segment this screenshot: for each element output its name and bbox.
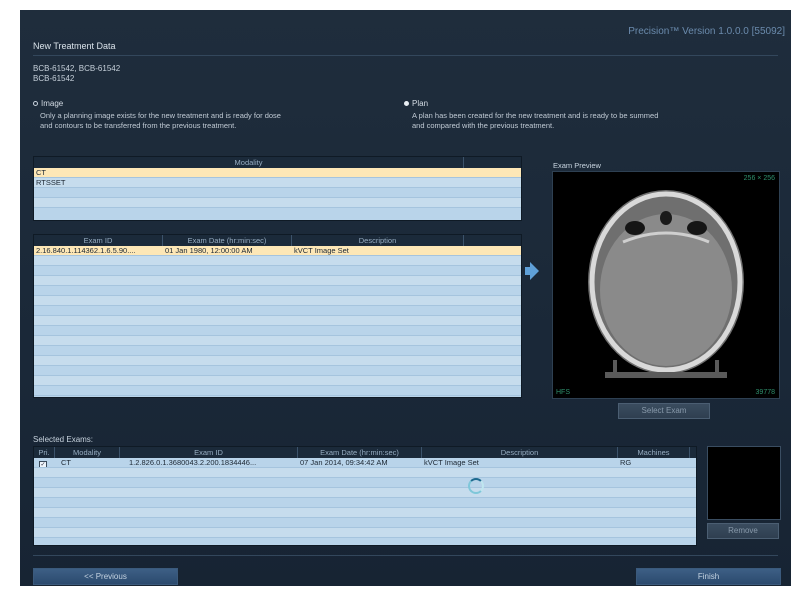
- exam-row-empty: [34, 266, 521, 276]
- exam-row-empty: [34, 276, 521, 286]
- primary-column-header[interactable]: Pri.: [34, 447, 55, 458]
- radio-plan-label: Plan: [412, 99, 429, 108]
- exam-date-column-header[interactable]: Exam Date (hr:min:sec): [298, 447, 422, 458]
- exam-desc-cell: kVCT Image Set: [294, 246, 349, 255]
- selected-exam-row-empty: [34, 528, 696, 538]
- exam-date-column-header[interactable]: Exam Date (hr:min:sec): [163, 235, 292, 246]
- radio-plan-indicator[interactable]: [404, 101, 409, 106]
- exam-row-empty: [34, 376, 521, 386]
- selected-exam-row-empty: [34, 518, 696, 528]
- exam-id-cell: 1.2.826.0.1.3680043.2.200.1834446...: [129, 458, 257, 467]
- plan-desc-line1: A plan has been created for the new trea…: [412, 111, 659, 120]
- radio-image-label: Image: [41, 99, 64, 108]
- exam-row-empty: [34, 256, 521, 266]
- page-title: New Treatment Data: [33, 41, 116, 51]
- exam-row[interactable]: 2.16.840.1.114362.1.6.5.90.... 01 Jan 19…: [34, 246, 521, 256]
- select-exam-button[interactable]: Select Exam: [618, 403, 710, 419]
- exam-row-empty: [34, 346, 521, 356]
- modality-cell: RTSSET: [36, 178, 66, 187]
- selected-exam-row-empty: [34, 478, 696, 488]
- finish-button[interactable]: Finish: [636, 568, 781, 585]
- app-window: Precision™ Version 1.0.0.0 [55092] New T…: [20, 10, 791, 586]
- selected-exam-row-empty: [34, 508, 696, 518]
- selected-exams-label: Selected Exams:: [33, 435, 94, 444]
- version-label: Precision™ Version 1.0.0.0 [55092]: [628, 26, 785, 37]
- header-filler: [464, 157, 521, 168]
- selected-exam-row-empty: [34, 488, 696, 498]
- exam-date-cell: 07 Jan 2014, 09:34:42 AM: [300, 458, 388, 467]
- image-desc-line2: and contours to be transferred from the …: [40, 121, 237, 130]
- exam-row-empty: [34, 296, 521, 306]
- image-option-description: Only a planning image exists for the new…: [40, 111, 350, 131]
- modality-cell: CT: [61, 458, 71, 467]
- primary-cell: ✓: [34, 458, 55, 467]
- selected-exams-header: Pri. Modality Exam ID Exam Date (hr:min:…: [34, 447, 696, 458]
- image-desc-line1: Only a planning image exists for the new…: [40, 111, 281, 120]
- machines-cell: RG: [620, 458, 632, 467]
- plan-option-description: A plan has been created for the new trea…: [412, 111, 722, 131]
- selected-exam-row-empty: [34, 468, 696, 478]
- modality-cell: CT: [36, 168, 46, 177]
- previous-button[interactable]: << Previous: [33, 568, 178, 585]
- modality-table: Modality CT RTSSET: [33, 156, 522, 221]
- modality-row-empty: [34, 198, 521, 208]
- exam-id-cell: 2.16.840.1.114362.1.6.5.90....: [36, 246, 136, 255]
- image-dimensions: 256 × 256: [743, 175, 775, 182]
- header-filler: [464, 235, 521, 246]
- exam-table: Exam ID Exam Date (hr:min:sec) Descripti…: [33, 234, 522, 398]
- primary-checkbox[interactable]: ✓: [39, 461, 47, 467]
- patient-name: BCB-61542, BCB-61542: [33, 64, 121, 73]
- selected-exam-row-empty: [34, 498, 696, 508]
- ct-slice-image: [553, 172, 779, 398]
- exam-id-column-header[interactable]: Exam ID: [34, 235, 163, 246]
- exam-row-empty: [34, 306, 521, 316]
- loading-spinner-icon: [468, 478, 484, 494]
- description-column-header[interactable]: Description: [422, 447, 618, 458]
- exam-row-empty: [34, 386, 521, 396]
- description-column-header[interactable]: Description: [292, 235, 464, 246]
- modality-row-rtsset[interactable]: RTSSET: [34, 178, 521, 188]
- exam-row-empty: [34, 336, 521, 346]
- modality-table-header: Modality: [34, 157, 521, 168]
- description-cell: kVCT Image Set: [424, 458, 479, 467]
- header-filler: [690, 447, 696, 458]
- modality-column-header[interactable]: Modality: [34, 157, 464, 168]
- slice-number: 39778: [755, 389, 775, 396]
- exam-row-empty: [34, 356, 521, 366]
- radio-image[interactable]: Image: [33, 99, 63, 108]
- machines-column-header[interactable]: Machines: [618, 447, 690, 458]
- footer-divider: [33, 555, 778, 556]
- modality-row-ct[interactable]: CT: [34, 168, 521, 178]
- exam-table-header: Exam ID Exam Date (hr:min:sec) Descripti…: [34, 235, 521, 246]
- patient-id: BCB-61542: [33, 74, 75, 83]
- exam-row-empty: [34, 316, 521, 326]
- exam-id-column-header[interactable]: Exam ID: [120, 447, 298, 458]
- selected-exam-thumbnail: [707, 446, 781, 520]
- radio-plan[interactable]: Plan: [404, 99, 428, 108]
- exam-row-empty: [34, 326, 521, 336]
- patient-orientation: HFS: [556, 389, 570, 396]
- plan-desc-line2: and compared with the previous treatment…: [412, 121, 555, 130]
- modality-column-header[interactable]: Modality: [55, 447, 120, 458]
- modality-row-empty: [34, 188, 521, 198]
- exam-preview-label: Exam Preview: [553, 161, 601, 170]
- exam-preview: 256 × 256 HFS 39778: [552, 171, 780, 399]
- selected-exam-row[interactable]: ✓ CT 1.2.826.0.1.3680043.2.200.1834446..…: [34, 458, 696, 468]
- radio-image-indicator[interactable]: [33, 101, 38, 106]
- exam-row-empty: [34, 366, 521, 376]
- remove-button[interactable]: Remove: [707, 523, 779, 539]
- exam-row-empty: [34, 286, 521, 296]
- divider: [33, 55, 778, 56]
- selected-exams-table: Pri. Modality Exam ID Exam Date (hr:min:…: [33, 446, 697, 546]
- arrow-right-icon: [530, 262, 539, 280]
- exam-date-cell: 01 Jan 1980, 12:00:00 AM: [165, 246, 253, 255]
